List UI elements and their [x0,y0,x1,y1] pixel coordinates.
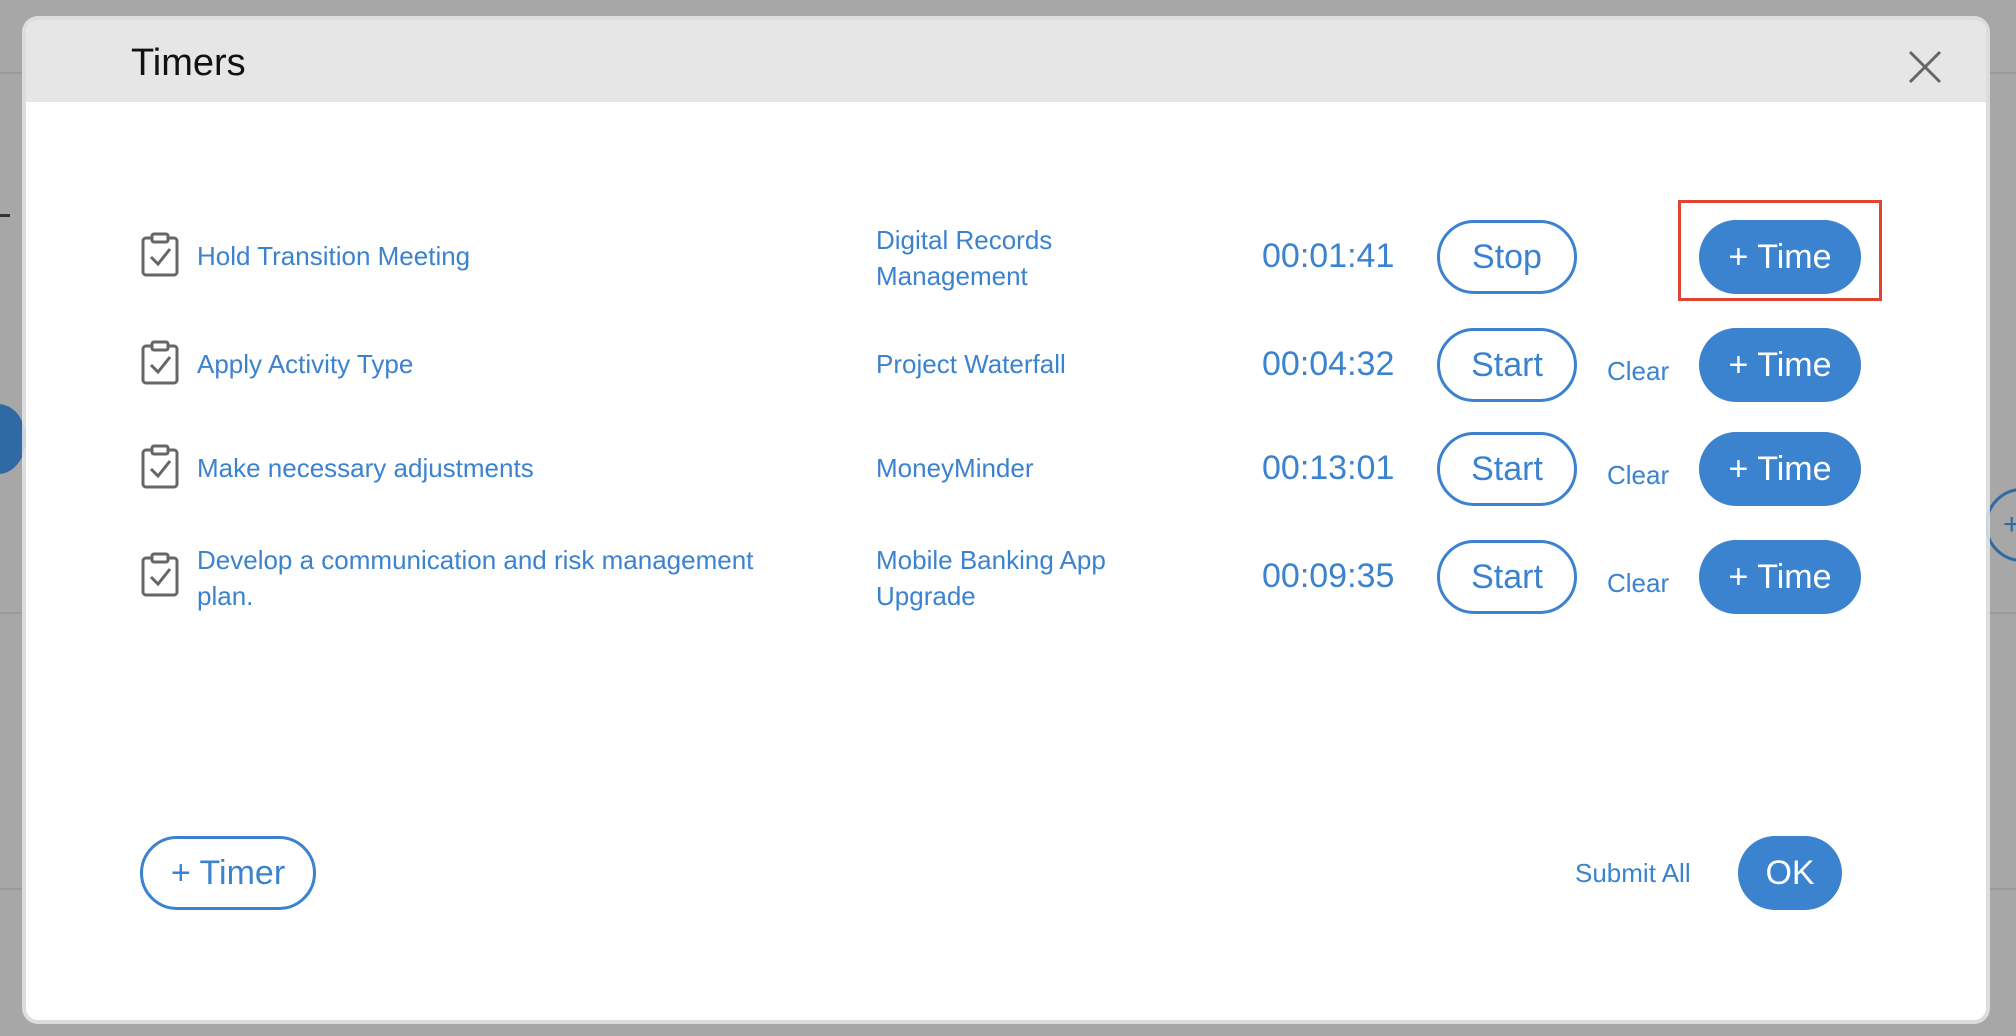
task-name[interactable]: Develop a communication and risk managem… [197,542,797,614]
background-plus-icon: + [2003,508,2016,541]
project-name[interactable]: Project Waterfall [876,346,1156,382]
project-name-line: Digital Records [876,225,1053,255]
task-name[interactable]: Make necessary adjustments [197,450,797,486]
clipboard-check-icon [141,444,179,489]
task-name[interactable]: Hold Transition Meeting [197,238,797,274]
project-name[interactable]: Digital Records Management [876,222,1156,294]
modal-header: Timers [26,20,1986,102]
timer-value: 00:04:32 [1262,345,1395,383]
timer-value: 00:01:41 [1262,237,1395,275]
add-time-button[interactable]: + Time [1699,432,1861,506]
project-name-line: Mobile Banking App [876,545,1106,575]
add-time-button[interactable]: + Time [1699,540,1861,614]
submit-all-link[interactable]: Submit All [1575,858,1691,889]
task-name[interactable]: Apply Activity Type [197,346,797,382]
timers-modal: Timers Hold Transition Meeting Digital R… [26,20,1986,1020]
start-button[interactable]: Start [1437,328,1577,402]
add-time-button[interactable]: + Time [1699,220,1861,294]
timer-value: 00:13:01 [1262,449,1395,487]
start-button[interactable]: Start [1437,540,1577,614]
clipboard-check-icon [141,232,179,277]
stop-button[interactable]: Stop [1437,220,1577,294]
clipboard-check-icon [141,340,179,385]
clear-link[interactable]: Clear [1607,356,1669,387]
add-time-button[interactable]: + Time [1699,328,1861,402]
background-dash [0,214,10,217]
add-timer-button[interactable]: + Timer [140,836,316,910]
project-name[interactable]: Mobile Banking App Upgrade [876,542,1156,614]
task-name-line: plan. [197,581,254,611]
task-name-line: Develop a communication and risk managem… [197,545,754,575]
project-name[interactable]: MoneyMinder [876,450,1156,486]
clear-link[interactable]: Clear [1607,460,1669,491]
modal-title: Timers [131,42,246,84]
close-icon [1908,50,1942,84]
start-button[interactable]: Start [1437,432,1577,506]
project-name-line: Upgrade [876,581,976,611]
timer-value: 00:09:35 [1262,557,1395,595]
close-button[interactable] [1906,48,1944,86]
project-name-line: Management [876,261,1028,291]
clipboard-check-icon [141,552,179,597]
clear-link[interactable]: Clear [1607,568,1669,599]
ok-button[interactable]: OK [1738,836,1842,910]
